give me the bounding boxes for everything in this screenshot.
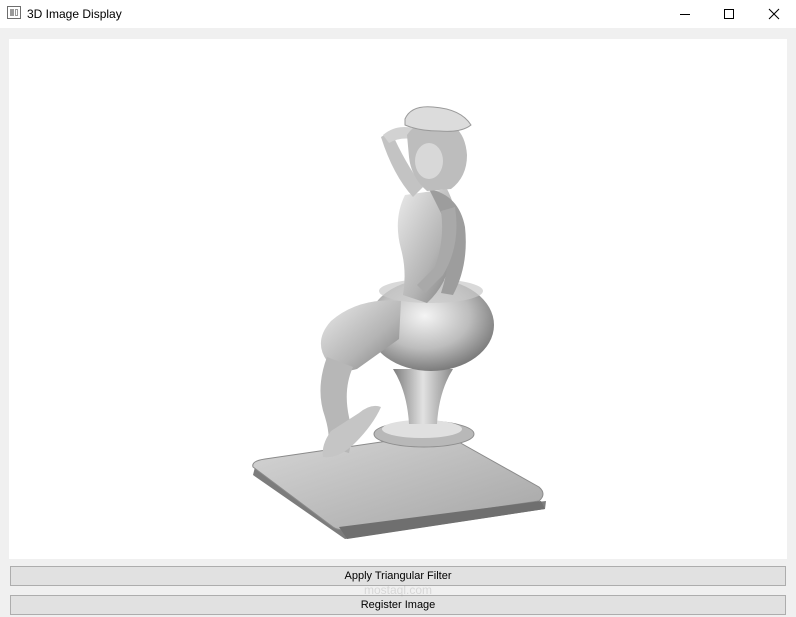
app-window-icon xyxy=(7,6,21,19)
3d-render-viewport[interactable] xyxy=(9,39,787,559)
title-bar[interactable]: 3D Image Display xyxy=(0,0,796,28)
window-title: 3D Image Display xyxy=(27,7,122,21)
stool-stem xyxy=(393,369,453,424)
maximize-icon xyxy=(723,9,734,19)
3d-model-figurine xyxy=(252,106,546,539)
figure-face xyxy=(415,143,443,179)
maximize-button[interactable] xyxy=(706,0,751,28)
figure-cap xyxy=(404,106,472,132)
apply-triangular-filter-button[interactable]: Apply Triangular Filter xyxy=(10,566,786,586)
close-icon xyxy=(768,8,779,20)
close-button[interactable] xyxy=(751,0,796,28)
minimize-icon xyxy=(679,14,690,15)
register-image-button[interactable]: Register Image xyxy=(10,595,786,615)
minimize-button[interactable] xyxy=(662,0,707,28)
